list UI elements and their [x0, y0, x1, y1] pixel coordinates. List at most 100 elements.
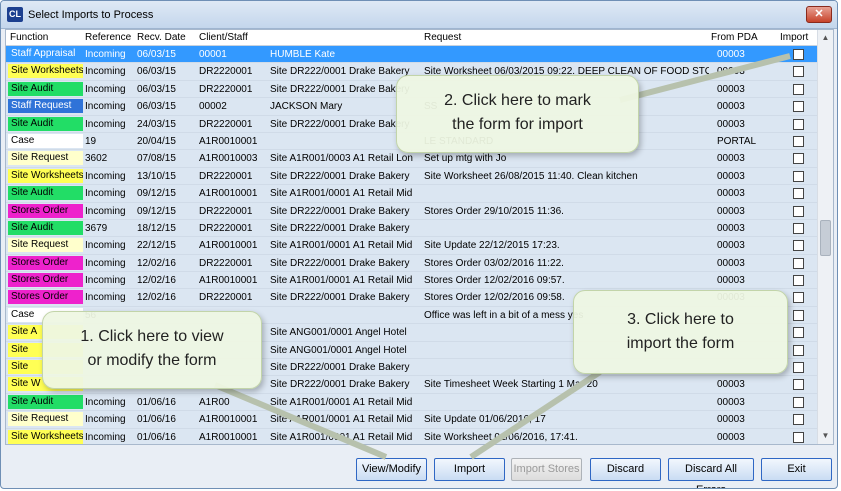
scroll-up-icon[interactable]: ▲ [818, 30, 833, 46]
select-imports-window: CL Select Imports to Process ✕ Function … [0, 0, 838, 489]
col-header-recv-date[interactable]: Recv. Date [137, 32, 186, 43]
ref-cell: 3602 [85, 153, 108, 165]
col-header-import[interactable]: Import [780, 32, 808, 43]
pda-cell: PORTAL [717, 135, 757, 147]
table-row[interactable]: Site Worksheets Incoming 13/10/15 DR2220001… [6, 167, 818, 186]
date-cell: 01/06/16 [137, 414, 176, 426]
import-checkbox[interactable] [793, 135, 804, 147]
import-checkbox[interactable] [793, 362, 804, 374]
discard-button[interactable]: Discard [590, 458, 661, 481]
table-row[interactable]: Staff Appraisal Incoming 06/03/15 00001 HUMB… [6, 46, 818, 64]
grid-header: Function Reference Recv. Date Client/Sta… [6, 30, 818, 46]
col-header-function[interactable]: Function [10, 32, 48, 43]
site-cell: HUMBLE Kate [270, 49, 336, 60]
function-cell: Case [8, 133, 83, 148]
ref-cell: Incoming [85, 414, 126, 426]
date-cell: 09/12/15 [137, 205, 176, 217]
table-row[interactable]: Site Audit Incoming 01/06/16 A1R00 Site A1R0… [6, 393, 818, 412]
import-checkbox[interactable] [793, 275, 804, 287]
table-row[interactable]: Site Audit 3679 18/12/15 DR2220001 Site DR22… [6, 219, 818, 238]
ref-cell: Incoming [85, 396, 126, 408]
import-checkbox[interactable] [793, 257, 804, 269]
table-row[interactable]: Stores Order Incoming 09/12/15 DR2220001 Sit… [6, 202, 818, 220]
import-checkbox[interactable] [793, 396, 804, 408]
import-checkbox[interactable] [793, 379, 804, 391]
pda-cell: 00003 [717, 414, 745, 426]
import-checkbox[interactable] [793, 66, 804, 78]
col-header-request[interactable]: Request [424, 32, 461, 43]
site-cell: Site A1R001/0001 A1 Retail Mid [270, 188, 413, 200]
import-stores-button[interactable]: Import Stores [511, 458, 582, 481]
table-row[interactable]: Site Worksheets Incoming 01/06/16 A1R001000… [6, 428, 818, 444]
view-modify-button[interactable]: View/Modify [356, 458, 427, 481]
import-button[interactable]: Import [434, 458, 505, 481]
site-cell: Site A1R001/0003 A1 Retail Lon [270, 153, 413, 165]
table-row[interactable]: Site Audit Incoming 09/12/15 A1R0010001 Site… [6, 185, 818, 203]
vertical-scrollbar[interactable]: ▲ ▼ [817, 30, 833, 444]
function-cell: Site Request [8, 412, 83, 427]
import-checkbox[interactable] [793, 153, 804, 165]
table-row[interactable]: Stores Order Incoming 12/02/16 DR2220001 Sit… [6, 254, 818, 273]
client-cell: DR2220001 [199, 83, 253, 95]
import-checkbox[interactable] [793, 49, 804, 60]
import-checkbox[interactable] [793, 327, 804, 339]
ref-cell: Incoming [85, 431, 126, 443]
site-cell: Site A1R001/0001 A1 Retail Mid [270, 431, 413, 443]
callout-2-line-2: the form for import [452, 116, 583, 133]
scrollbar-thumb[interactable] [820, 220, 831, 256]
discard-all-errors-button[interactable]: Discard All Errors [668, 458, 754, 488]
ref-cell: 3679 [85, 222, 108, 234]
pda-cell: 00003 [717, 188, 745, 200]
callout-import-form: 3. Click here to import the form [573, 290, 788, 374]
client-cell: A1R0010001 [199, 188, 258, 200]
scroll-down-icon[interactable]: ▼ [818, 428, 833, 444]
exit-button[interactable]: Exit [761, 458, 832, 481]
import-checkbox[interactable] [793, 309, 804, 321]
import-checkbox[interactable] [793, 240, 804, 252]
action-button-bar: View/Modify Import Import Stores Discard… [1, 447, 837, 488]
close-window-button[interactable]: ✕ [806, 6, 832, 23]
date-cell: 01/06/16 [137, 396, 176, 408]
table-row[interactable]: Site Request Incoming 22/12/15 A1R0010001 Si… [6, 237, 818, 255]
callout-view-modify: 1. Click here to view or modify the form [42, 311, 262, 389]
import-checkbox[interactable] [793, 344, 804, 356]
callout-1-line-2: or modify the form [87, 352, 217, 369]
site-cell: Site A1R001/0001 A1 Retail Mid [270, 414, 413, 426]
callout-mark-import: 2. Click here to mark the form for impor… [396, 75, 639, 153]
client-cell: DR2220001 [199, 257, 253, 269]
pda-cell: 00003 [717, 118, 745, 130]
title-bar: CL Select Imports to Process ✕ [1, 1, 837, 29]
client-cell: A1R0010001 [199, 414, 258, 426]
col-header-from-pda[interactable]: From PDA [711, 32, 758, 43]
col-header-client-staff[interactable]: Client/Staff [199, 32, 248, 43]
function-cell: Stores Order [8, 203, 83, 218]
client-cell: DR2220001 [199, 118, 253, 130]
col-header-reference[interactable]: Reference [85, 32, 131, 43]
function-cell: Site Audit [8, 394, 83, 409]
client-cell: DR2220001 [199, 170, 253, 182]
function-cell: Site Audit [8, 81, 83, 96]
import-checkbox[interactable] [793, 222, 804, 234]
date-cell: 12/02/16 [137, 292, 176, 304]
ref-cell: Incoming [85, 170, 126, 182]
request-cell: Site Update 01/06/2016, 17 [424, 414, 546, 426]
callout-3-line-1: 3. Click here to [627, 311, 734, 328]
client-cell: A1R0010001 [199, 275, 258, 287]
table-row[interactable]: Stores Order Incoming 12/02/16 A1R0010001 Si… [6, 272, 818, 290]
function-cell: Staff Request [8, 99, 83, 114]
pda-cell: 00003 [717, 205, 745, 217]
ref-cell: Incoming [85, 205, 126, 217]
import-checkbox[interactable] [793, 83, 804, 95]
table-row[interactable]: Site Request Incoming 01/06/16 A1R0010001 Si… [6, 411, 818, 429]
import-checkbox[interactable] [793, 118, 804, 130]
import-checkbox[interactable] [793, 101, 804, 113]
import-checkbox[interactable] [793, 431, 804, 443]
import-checkbox[interactable] [793, 292, 804, 304]
request-cell: Site Timesheet Week Starting 1 Mar 20 [424, 379, 598, 391]
ref-cell: Incoming [85, 188, 126, 200]
import-checkbox[interactable] [793, 188, 804, 200]
import-checkbox[interactable] [793, 205, 804, 217]
import-checkbox[interactable] [793, 414, 804, 426]
import-checkbox[interactable] [793, 170, 804, 182]
date-cell: 22/12/15 [137, 240, 176, 252]
